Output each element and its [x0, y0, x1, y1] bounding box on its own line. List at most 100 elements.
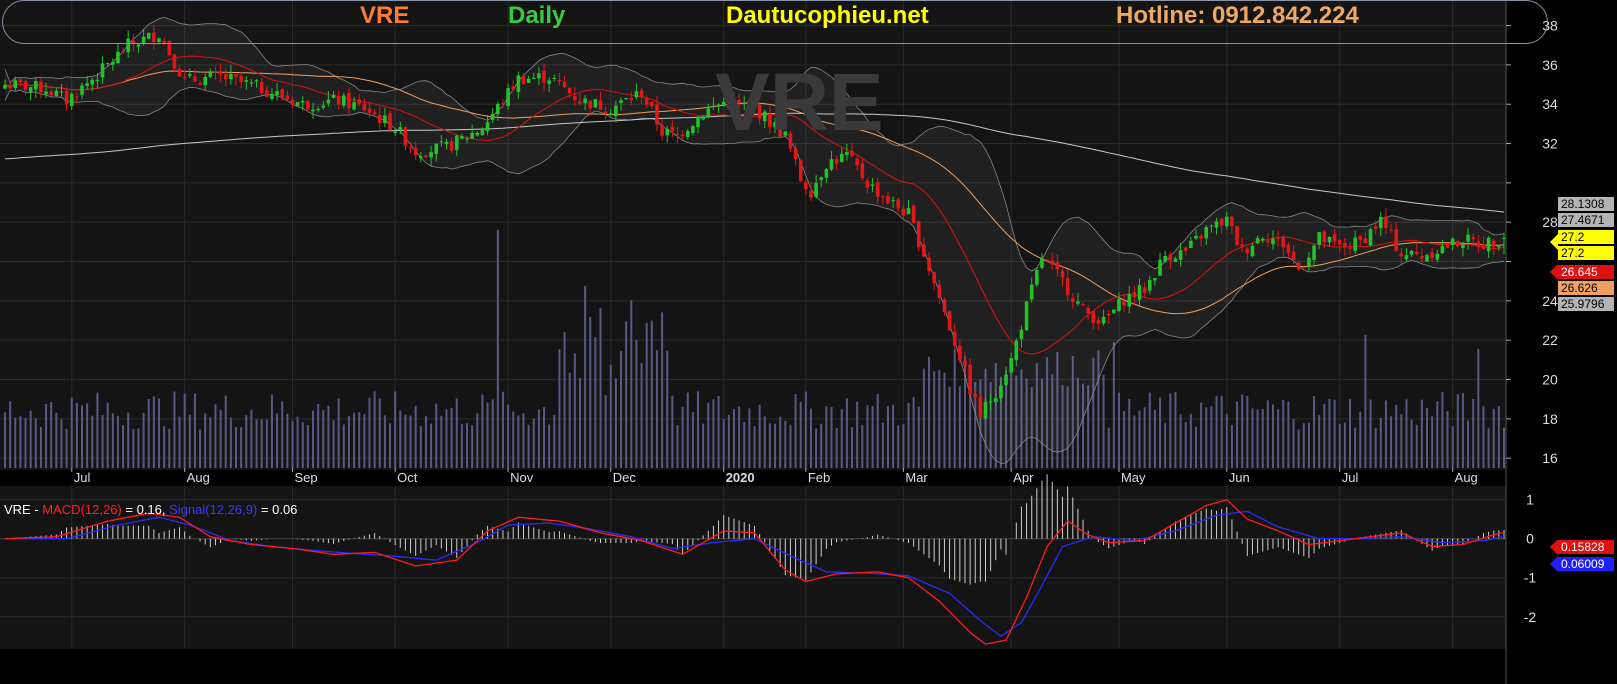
- volume-bar: [1492, 408, 1495, 468]
- volume-bar: [81, 405, 84, 468]
- candle-body: [470, 132, 474, 139]
- volume-bar: [804, 391, 807, 468]
- volume-bar: [291, 420, 294, 468]
- volume-bar: [1102, 374, 1105, 468]
- open-badge: 27.2: [1558, 246, 1614, 260]
- volume-bar: [1472, 398, 1475, 468]
- candle-body: [665, 128, 670, 136]
- volume-bar: [1292, 419, 1295, 468]
- volume-bar: [512, 411, 515, 468]
- volume-bar: [229, 417, 232, 468]
- date-tick-label: Aug: [1455, 470, 1478, 485]
- candle-body: [829, 159, 834, 170]
- candle-body: [891, 200, 895, 202]
- volume-bar: [507, 404, 510, 468]
- volume-bar: [897, 425, 900, 468]
- volume-bar: [224, 395, 227, 468]
- macd-legend-symbol: VRE: [4, 502, 31, 517]
- close-badge: 27.2: [1558, 230, 1614, 244]
- candle-body: [100, 63, 105, 78]
- volume-bar: [4, 412, 6, 468]
- candle-body: [419, 156, 423, 159]
- volume-bar: [1313, 395, 1316, 468]
- volume-bar: [168, 428, 171, 468]
- volume-bar: [584, 286, 587, 468]
- volume-bar: [9, 401, 12, 468]
- volume-bar: [661, 312, 664, 468]
- candle-body: [922, 244, 926, 257]
- candle-body: [1112, 309, 1116, 314]
- volume-bar: [219, 409, 222, 468]
- volume-bar: [214, 404, 217, 468]
- volume-bar: [568, 372, 571, 468]
- candle-body: [978, 396, 983, 417]
- candle-body: [295, 102, 300, 106]
- volume-bar: [614, 378, 617, 468]
- volume-bar: [738, 406, 741, 468]
- candle-body: [116, 51, 120, 64]
- candle-body: [1307, 257, 1311, 267]
- candle-body: [557, 79, 562, 81]
- volume-bar: [45, 403, 48, 468]
- candle-body: [670, 126, 675, 131]
- macd-tick-label: -2: [1524, 609, 1537, 625]
- volume-bar: [892, 404, 895, 468]
- candle-body: [1163, 256, 1167, 262]
- volume-bar: [286, 413, 289, 468]
- volume-bar: [1143, 407, 1146, 468]
- volume-bar: [655, 350, 658, 468]
- volume-bar: [1359, 411, 1362, 468]
- candle-body: [875, 182, 880, 197]
- candle-body: [1404, 255, 1409, 260]
- candle-body: [347, 92, 351, 109]
- candle-body: [3, 84, 7, 89]
- candle-body: [511, 86, 516, 90]
- volume-bar: [188, 414, 191, 468]
- volume-bar: [24, 417, 27, 468]
- ticker-watermark: VRE: [715, 57, 884, 148]
- candle-body: [321, 105, 326, 108]
- candle-body: [1368, 229, 1373, 246]
- candle-body: [1214, 221, 1219, 228]
- candle-body: [1019, 329, 1024, 340]
- volume-bar: [1482, 406, 1485, 468]
- volume-bar: [209, 417, 212, 468]
- volume-bar: [1133, 415, 1136, 468]
- candle-body: [475, 132, 480, 136]
- candle-body: [1076, 301, 1080, 304]
- candle-body: [229, 73, 233, 80]
- candle-body: [886, 196, 890, 204]
- volume-bar: [902, 424, 905, 468]
- volume-bar: [260, 419, 263, 468]
- candle-body: [680, 134, 685, 137]
- candle-body: [28, 87, 33, 93]
- candle-body: [429, 152, 433, 158]
- candle-body: [860, 163, 865, 179]
- volume-bar: [1236, 401, 1239, 468]
- candle-body: [1373, 226, 1378, 229]
- volume-bar: [450, 408, 453, 468]
- candle-body: [1199, 235, 1203, 240]
- volume-bar: [702, 423, 705, 468]
- candle-body: [1117, 298, 1121, 312]
- volume-bar: [691, 412, 694, 468]
- candle-body: [1389, 229, 1393, 231]
- volume-bar: [625, 321, 628, 468]
- candle-body: [393, 131, 397, 133]
- volume-bar: [240, 427, 243, 468]
- volume-bar: [1415, 424, 1418, 468]
- candle-body: [1132, 291, 1137, 298]
- volume-bar: [578, 378, 581, 468]
- candle-body: [1440, 245, 1445, 254]
- price-tick-label: 28: [1542, 214, 1558, 230]
- volume-bar: [1487, 428, 1490, 468]
- volume-bar: [173, 391, 176, 468]
- candle-body: [624, 98, 628, 100]
- candle-body: [583, 98, 587, 103]
- volume-bar: [270, 394, 273, 468]
- date-tick-label: Oct: [397, 470, 418, 485]
- candle-body: [614, 105, 618, 117]
- volume-bar: [137, 428, 140, 468]
- candle-body: [316, 109, 320, 111]
- price-tick-label: 18: [1542, 411, 1558, 427]
